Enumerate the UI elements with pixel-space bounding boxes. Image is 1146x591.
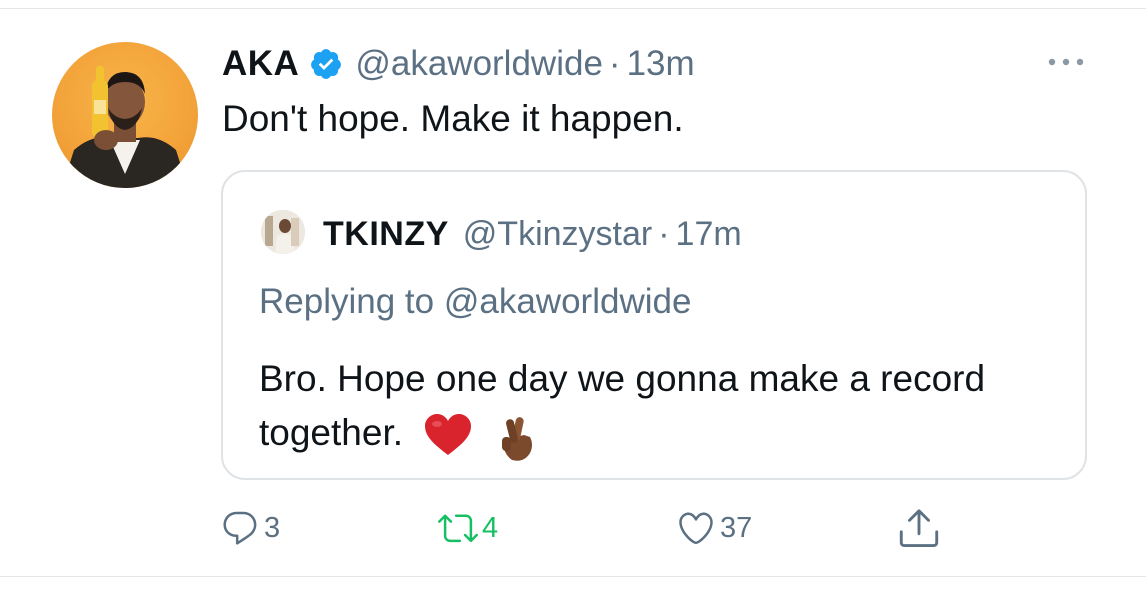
share-icon	[896, 505, 942, 551]
author-display-name[interactable]: AKA	[222, 44, 299, 84]
heart-emoji	[423, 413, 473, 457]
replying-to-line: Replying to @akaworldwide	[259, 282, 691, 322]
share-button[interactable]	[896, 505, 942, 551]
bottom-divider	[0, 576, 1146, 577]
quoted-tweet-text-block: Bro. Hope one day we gonna make a record…	[259, 352, 1059, 461]
quoted-tweet-card[interactable]: TKINZY @Tkinzystar · 17m Replying to @ak…	[221, 170, 1087, 480]
verified-badge-icon	[309, 47, 343, 81]
more-icon[interactable]	[1042, 52, 1090, 72]
tweet-header: AKA @akaworldwide · 13m	[222, 40, 695, 88]
replying-to-handle[interactable]: @akaworldwide	[444, 282, 692, 321]
reply-button[interactable]: 3	[220, 505, 280, 551]
separator-dot: ·	[608, 44, 621, 83]
quoted-author-handle[interactable]: @Tkinzystar	[463, 215, 652, 254]
quoted-author-display-name[interactable]: TKINZY	[323, 215, 449, 254]
tweet-text: Don't hope. Make it happen.	[222, 98, 684, 139]
reply-icon	[220, 508, 260, 548]
quoted-tweet-text: Bro. Hope one day we gonna make a record…	[259, 358, 986, 453]
reply-count: 3	[264, 511, 281, 544]
tweet-timestamp[interactable]: 13m	[627, 44, 695, 84]
quoted-tweet-timestamp[interactable]: 17m	[676, 215, 742, 254]
replying-label: Replying to	[259, 282, 435, 321]
quoted-author-avatar[interactable]	[261, 210, 305, 254]
quoted-tweet-header: TKINZY @Tkinzystar · 17m	[323, 210, 742, 258]
retweet-button[interactable]: 4	[438, 505, 498, 551]
separator-dot: ·	[658, 214, 670, 253]
author-handle[interactable]: @akaworldwide	[355, 44, 603, 84]
like-count: 37	[720, 511, 753, 544]
top-divider	[0, 8, 1146, 9]
author-avatar[interactable]	[52, 42, 198, 188]
heart-icon	[676, 508, 716, 548]
crossed-fingers-emoji	[494, 413, 544, 461]
like-button[interactable]: 37	[676, 505, 752, 551]
retweet-count: 4	[482, 511, 499, 544]
retweet-icon	[438, 508, 478, 548]
